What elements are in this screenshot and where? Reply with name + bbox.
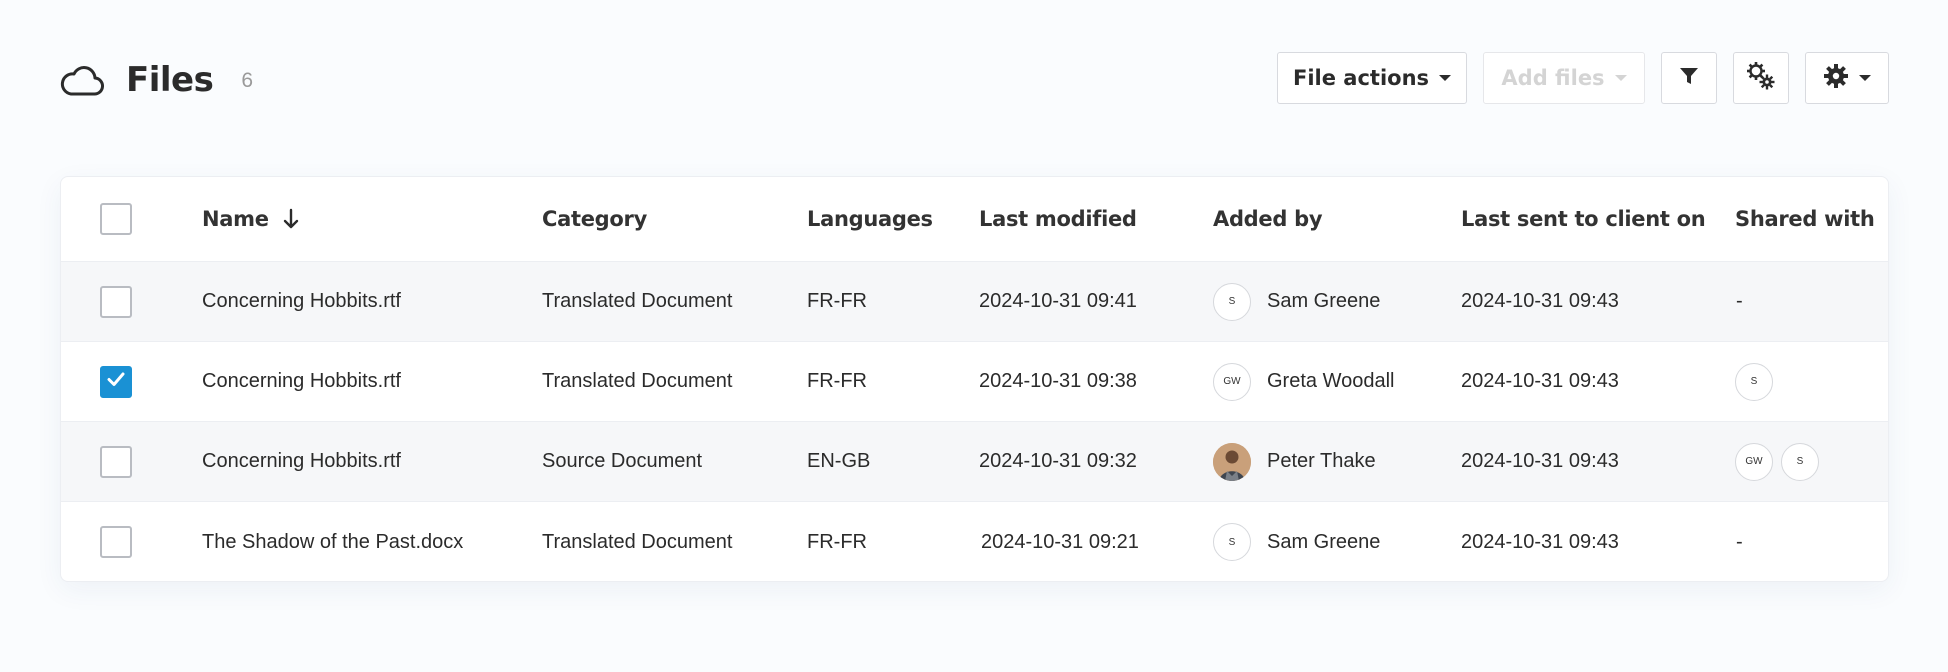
shared-avatar[interactable]: S xyxy=(1781,442,1819,481)
shared-with-cell: GW S xyxy=(1735,422,1827,501)
added-by-name: Sam Greene xyxy=(1267,290,1381,312)
added-by-name: Peter Thake xyxy=(1267,450,1376,472)
column-header-shared-with[interactable]: Shared with xyxy=(1735,177,1875,261)
column-header-added-by[interactable]: Added by xyxy=(1213,177,1323,261)
files-table: Name Category Languages Last modified Ad… xyxy=(60,176,1889,582)
row-select-cell xyxy=(100,262,132,341)
row-select-cell xyxy=(100,502,132,581)
file-last-modified: 2024-10-31 09:32 xyxy=(979,450,1137,472)
column-header-name[interactable]: Name xyxy=(202,177,299,261)
file-last-modified: 2024-10-31 09:38 xyxy=(979,370,1137,392)
file-category: Translated Document xyxy=(542,370,733,392)
file-language: EN-GB xyxy=(807,450,871,472)
row-checkbox[interactable] xyxy=(100,445,132,478)
shared-with-cell: - xyxy=(1736,290,1743,312)
file-language: FR-FR xyxy=(807,370,867,392)
file-name[interactable]: Concerning Hobbits.rtf xyxy=(202,342,401,421)
filter-button[interactable] xyxy=(1661,52,1717,104)
file-name[interactable]: Concerning Hobbits.rtf xyxy=(202,262,401,341)
file-name[interactable]: Concerning Hobbits.rtf xyxy=(202,422,401,501)
shared-with-cell: S xyxy=(1735,342,1781,421)
file-category: Translated Document xyxy=(542,530,733,553)
gear-icon xyxy=(1823,63,1849,94)
gears-icon xyxy=(1746,61,1776,96)
shared-with-cell: - xyxy=(1736,530,1743,553)
avatar: S xyxy=(1213,523,1251,561)
added-by-cell: S Sam Greene xyxy=(1213,502,1381,581)
column-header-last-sent[interactable]: Last sent to client on xyxy=(1461,177,1706,261)
row-checkbox[interactable] xyxy=(100,285,132,318)
column-header-last-modified[interactable]: Last modified xyxy=(979,177,1137,261)
table-row[interactable]: The Shadow of the Past.docx Translated D… xyxy=(61,502,1888,581)
file-last-modified: 2024-10-31 09:21 xyxy=(981,530,1139,553)
select-all-cell xyxy=(100,177,132,261)
row-select-cell xyxy=(100,422,132,501)
file-last-sent: 2024-10-31 09:43 xyxy=(1461,530,1619,553)
file-category: Source Document xyxy=(542,450,703,472)
caret-down-icon xyxy=(1439,75,1452,81)
row-checkbox[interactable] xyxy=(100,526,132,558)
page-title: Files xyxy=(126,60,214,100)
added-by-cell: GW Greta Woodall xyxy=(1213,342,1394,421)
select-all-checkbox[interactable] xyxy=(100,203,132,235)
added-by-name: Sam Greene xyxy=(1267,530,1381,553)
file-actions-button[interactable]: File actions xyxy=(1277,52,1467,104)
shared-avatar[interactable]: S xyxy=(1735,362,1773,401)
checkmark-icon xyxy=(105,368,127,396)
page-header: Files 6 File actions Add files xyxy=(60,52,1889,108)
add-files-button[interactable]: Add files xyxy=(1483,52,1645,104)
table-row[interactable]: Concerning Hobbits.rtf Translated Docume… xyxy=(61,262,1888,342)
toolbar: File actions Add files xyxy=(1277,52,1889,104)
arrow-down-icon xyxy=(283,208,299,230)
file-last-sent: 2024-10-31 09:43 xyxy=(1461,370,1619,392)
filter-icon xyxy=(1679,66,1699,91)
file-name[interactable]: The Shadow of the Past.docx xyxy=(202,502,463,581)
row-checkbox[interactable] xyxy=(100,365,132,398)
added-by-cell: S Sam Greene xyxy=(1213,262,1380,341)
settings-menu-button[interactable] xyxy=(1805,52,1889,104)
cloud-icon xyxy=(60,62,106,98)
file-count: 6 xyxy=(241,69,254,92)
table-row[interactable]: Concerning Hobbits.rtf Translated Docume… xyxy=(61,342,1888,422)
avatar-photo xyxy=(1213,442,1251,481)
file-last-sent: 2024-10-31 09:43 xyxy=(1461,290,1619,312)
row-select-cell xyxy=(100,342,132,421)
file-last-modified: 2024-10-31 09:41 xyxy=(979,290,1137,312)
avatar: S xyxy=(1213,282,1251,321)
avatar: GW xyxy=(1213,362,1251,401)
caret-down-icon xyxy=(1859,75,1871,81)
column-header-name-label: Name xyxy=(202,207,269,231)
file-language: FR-FR xyxy=(807,290,867,312)
table-row[interactable]: Concerning Hobbits.rtf Source Document E… xyxy=(61,422,1888,502)
column-settings-button[interactable] xyxy=(1733,52,1789,104)
title-group: Files 6 xyxy=(60,52,253,108)
file-category: Translated Document xyxy=(542,290,733,312)
added-by-cell: Peter Thake xyxy=(1213,422,1376,501)
column-header-languages[interactable]: Languages xyxy=(807,177,933,261)
file-last-sent: 2024-10-31 09:43 xyxy=(1461,450,1619,472)
table-header-row: Name Category Languages Last modified Ad… xyxy=(61,177,1888,262)
caret-down-icon xyxy=(1614,75,1627,81)
file-actions-label: File actions xyxy=(1292,66,1430,90)
shared-avatar[interactable]: GW xyxy=(1735,442,1773,481)
file-language: FR-FR xyxy=(807,530,867,553)
added-by-name: Greta Woodall xyxy=(1267,370,1395,392)
add-files-label: Add files xyxy=(1501,66,1605,90)
column-header-category[interactable]: Category xyxy=(542,177,647,261)
